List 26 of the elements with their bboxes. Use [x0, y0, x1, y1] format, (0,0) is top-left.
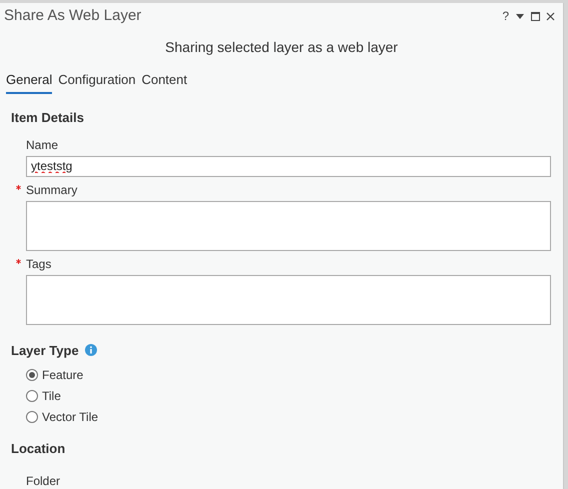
radio-button[interactable] [26, 390, 38, 402]
tab[interactable]: Configuration [58, 70, 136, 94]
name-field[interactable]: yteststg [26, 156, 551, 176]
radio-button[interactable] [26, 410, 38, 422]
info-icon[interactable] [84, 344, 97, 356]
field-label: Tags [26, 256, 52, 272]
help-button[interactable]: ? [499, 7, 512, 25]
close-icon[interactable] [546, 12, 555, 20]
window-title: Share As Web Layer [4, 6, 142, 26]
section-heading: Location [11, 441, 66, 456]
tab[interactable]: General [6, 70, 52, 94]
text-area[interactable] [26, 274, 551, 324]
subtitle: Sharing selected layer as a web layer [165, 38, 398, 57]
section-heading: Layer Type [11, 342, 79, 360]
field-label: Name [26, 136, 58, 154]
maximize-icon[interactable] [531, 12, 540, 20]
radio-button[interactable] [26, 368, 38, 380]
tab[interactable]: Content [142, 70, 188, 94]
radio-label: Tile [42, 388, 61, 404]
radio-label: Feature [42, 366, 84, 384]
text-area[interactable] [26, 200, 551, 250]
field-label: Summary [26, 182, 78, 198]
radio-label: Vector Tile [42, 408, 98, 426]
field-label: Folder [26, 474, 60, 488]
caret-icon[interactable] [516, 14, 524, 18]
section-heading: Item Details [11, 110, 84, 124]
